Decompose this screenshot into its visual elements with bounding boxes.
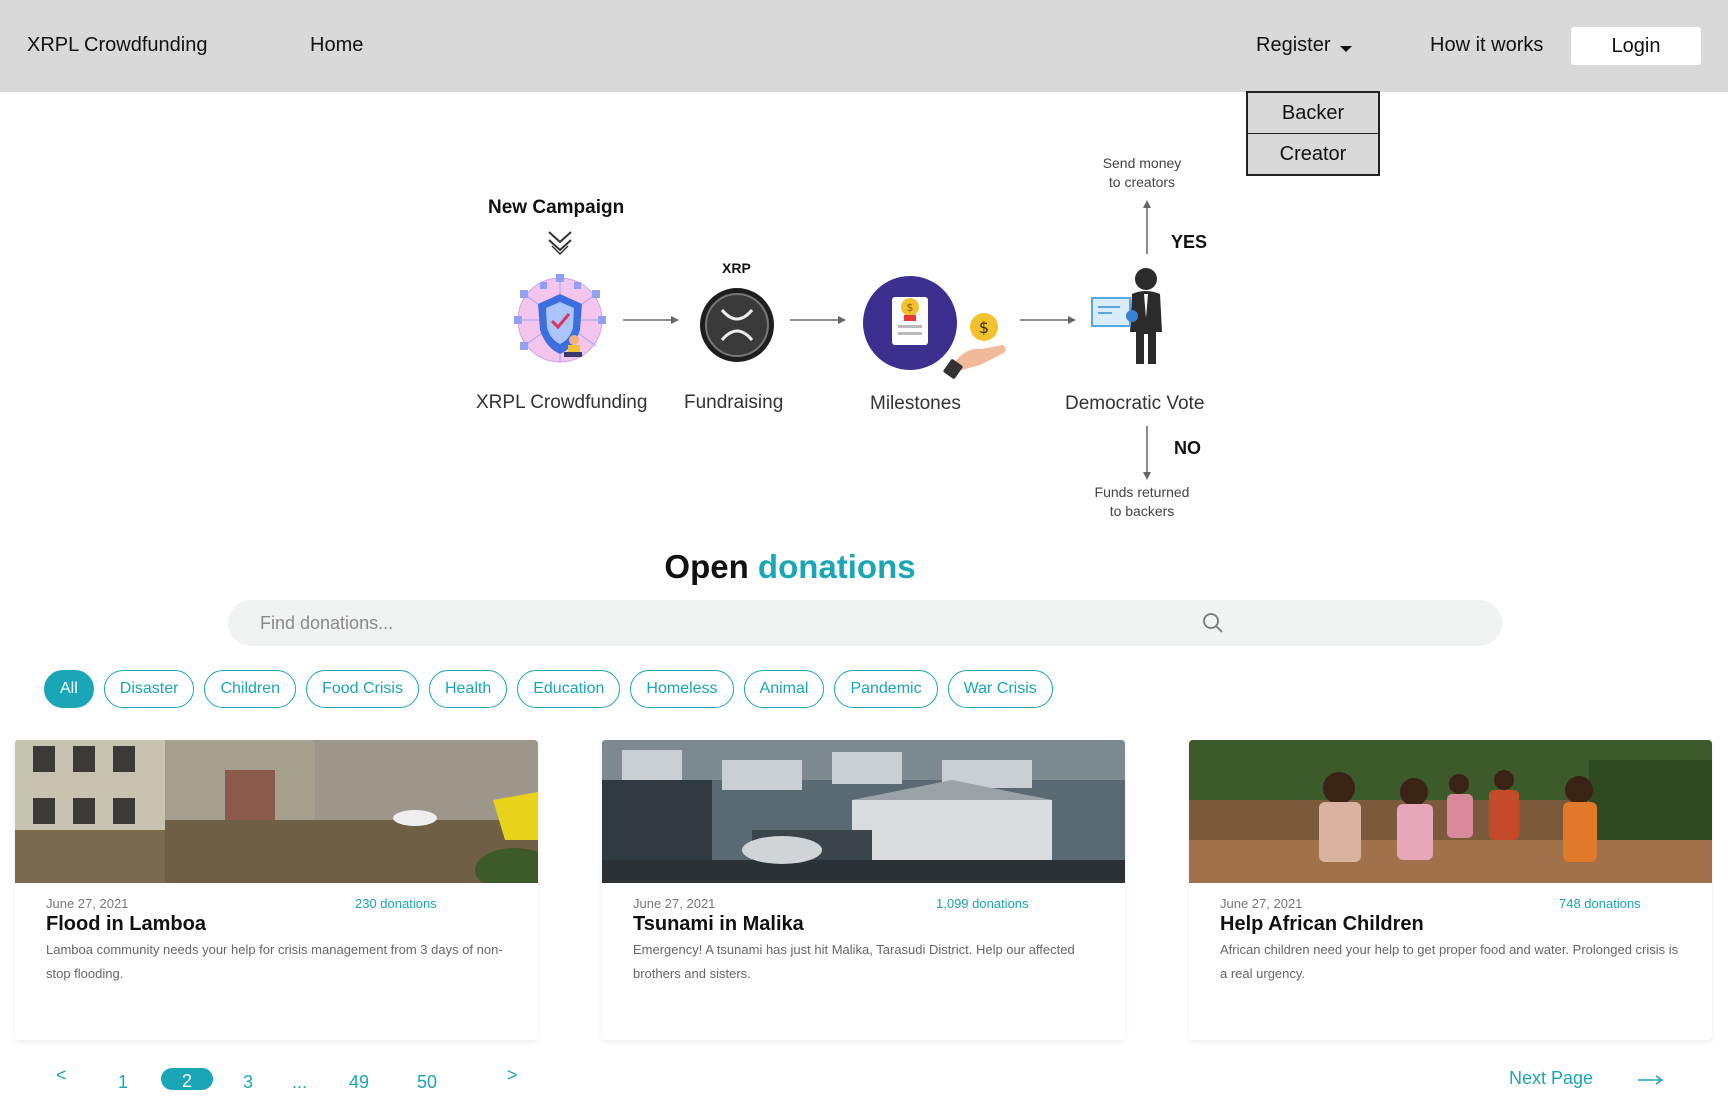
next-page-link[interactable]: Next Page [1509, 1068, 1593, 1089]
yes-note: Send money to creators [1090, 154, 1194, 192]
nav-home-link[interactable]: Home [310, 34, 363, 57]
flood-photo [15, 740, 538, 883]
page-1[interactable]: 1 [118, 1072, 128, 1093]
step-xrpl-crowdfunding: XRPL Crowdfunding [476, 392, 648, 413]
no-note-line-2: to backers [1109, 503, 1175, 519]
card-date: June 27, 2021 [633, 896, 716, 911]
filter-disaster[interactable]: Disaster [103, 670, 195, 708]
page-2-current[interactable]: 2 [161, 1068, 213, 1091]
brand-logo-text[interactable]: XRPL Crowdfunding [27, 34, 207, 57]
search-icon[interactable] [1202, 612, 1224, 634]
milestone-certificate-icon: $ $ [863, 276, 1006, 379]
svg-text:$: $ [907, 301, 914, 314]
step-fundraising: Fundraising [684, 392, 784, 413]
how-it-works-diagram: New Campaign XRPL Crowdfunding XRP Fundr… [0, 92, 1728, 532]
children-photo [1189, 740, 1712, 883]
filter-war-crisis[interactable]: War Crisis [947, 670, 1053, 708]
arrow-right-long-icon[interactable] [1638, 1073, 1664, 1087]
nav-register-dropdown[interactable]: Register [1256, 34, 1353, 57]
register-label: Register [1256, 34, 1331, 56]
card-title[interactable]: Help African Children [1220, 913, 1424, 936]
section-title-main: Open [664, 548, 749, 585]
pagination: < 1 2 3 ... 49 50 > Next Page [0, 1065, 1728, 1105]
filter-food-crisis[interactable]: Food Crisis [306, 670, 419, 708]
step-milestones: Milestones [870, 393, 961, 414]
tsunami-photo [602, 740, 1125, 883]
filter-children[interactable]: Children [204, 670, 297, 708]
card-description: Emergency! A tsunami has just hit Malika… [633, 942, 1075, 981]
xrp-coin-icon [700, 288, 774, 362]
arrow-right-icon [623, 316, 679, 324]
filter-animal[interactable]: Animal [743, 670, 825, 708]
no-label: NO [1174, 438, 1201, 458]
step-democratic-vote: Democratic Vote [1065, 393, 1205, 414]
section-title: Open donations [0, 548, 1580, 586]
page-49[interactable]: 49 [349, 1072, 369, 1093]
svg-text:$: $ [979, 318, 989, 337]
filter-homeless[interactable]: Homeless [630, 670, 734, 708]
arrow-right-icon [790, 316, 846, 324]
card-date: June 27, 2021 [46, 896, 129, 911]
arrow-down-icon [1143, 426, 1151, 480]
new-campaign-label: New Campaign [488, 197, 625, 218]
donation-card[interactable]: June 27, 2021 748 donations Help African… [1189, 740, 1712, 1040]
yes-label: YES [1171, 232, 1208, 252]
card-donation-count: 748 donations [1559, 896, 1641, 911]
next-button[interactable]: > [507, 1065, 518, 1086]
filter-all[interactable]: All [44, 670, 94, 708]
yes-note-line-1: Send money [1102, 155, 1182, 171]
donation-card[interactable]: June 27, 2021 1,099 donations Tsunami in… [602, 740, 1125, 1040]
no-note-line-1: Funds returned [1094, 484, 1190, 500]
card-title[interactable]: Flood in Lamboa [46, 913, 206, 936]
donation-card[interactable]: June 27, 2021 230 donations Flood in Lam… [15, 740, 538, 1040]
xrp-tag-label: XRP [722, 260, 751, 276]
arrow-right-icon [1020, 316, 1076, 324]
login-button[interactable]: Login [1571, 27, 1701, 65]
page-3[interactable]: 3 [243, 1072, 253, 1093]
card-donation-count: 1,099 donations [936, 896, 1029, 911]
arrow-up-icon [1143, 200, 1151, 254]
voter-person-icon [1091, 268, 1162, 364]
prev-page-button[interactable]: < [56, 1065, 67, 1086]
no-note: Funds returned to backers [1086, 483, 1198, 521]
card-donation-count: 230 donations [355, 896, 437, 911]
shield-network-icon [514, 274, 606, 363]
filter-education[interactable]: Education [517, 670, 621, 708]
page-ellipsis: ... [292, 1072, 308, 1092]
card-description: African children need your help to get p… [1220, 942, 1679, 981]
card-title[interactable]: Tsunami in Malika [633, 913, 804, 936]
filter-health[interactable]: Health [428, 670, 508, 708]
page-50[interactable]: 50 [417, 1072, 437, 1093]
card-description: Lamboa community needs your help for cri… [46, 942, 503, 981]
nav-how-it-works-link[interactable]: How it works [1430, 34, 1543, 57]
search-input[interactable] [228, 600, 1128, 646]
filter-pandemic[interactable]: Pandemic [834, 670, 938, 708]
yes-note-line-2: to creators [1108, 174, 1176, 190]
card-date: June 27, 2021 [1220, 896, 1303, 911]
section-title-accent: donations [757, 548, 916, 585]
double-chevron-down-icon [548, 231, 572, 256]
top-nav: XRPL Crowdfunding Home Register How it w… [0, 0, 1728, 92]
caret-down-icon [1340, 45, 1353, 52]
category-filters: All Disaster Children Food Crisis Health… [44, 670, 1053, 708]
search-bar [228, 600, 1502, 646]
